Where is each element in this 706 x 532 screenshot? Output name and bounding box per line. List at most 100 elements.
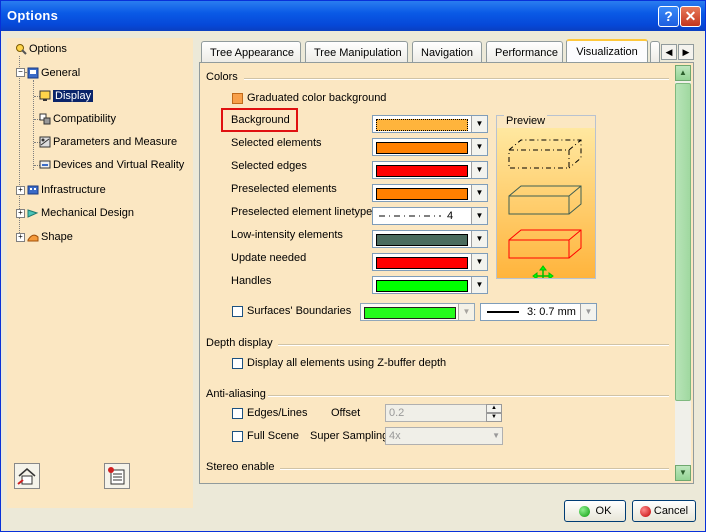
options-window: Options ? ✕ Options − General Display Co… bbox=[0, 0, 706, 532]
expand-mechanical-design-toggle[interactable]: + bbox=[16, 209, 25, 218]
expand-general-toggle[interactable]: − bbox=[16, 68, 25, 77]
chevron-down-icon[interactable]: ▼ bbox=[492, 428, 500, 444]
chevron-down-icon[interactable]: ▼ bbox=[471, 185, 487, 201]
selected-edges-color-combo[interactable]: ▼ bbox=[372, 161, 488, 179]
colors-separator bbox=[244, 78, 669, 80]
tab-scroll-right-button[interactable]: ▶ bbox=[678, 44, 694, 60]
tree-root-label: Options bbox=[29, 43, 67, 56]
surfaces-color-swatch bbox=[364, 307, 456, 319]
mechanical-design-icon bbox=[27, 209, 39, 218]
tab-scroll-left-button[interactable]: ◀ bbox=[661, 44, 677, 60]
thick-line-icon bbox=[487, 311, 519, 313]
tree-item-shape[interactable]: Shape bbox=[27, 229, 73, 245]
tree-item-general[interactable]: General bbox=[27, 65, 80, 81]
tree-item-label: Infrastructure bbox=[41, 184, 106, 197]
handles-color-swatch bbox=[376, 280, 468, 292]
options-icon bbox=[16, 44, 27, 55]
tab-visualization[interactable]: Visualization bbox=[566, 39, 648, 64]
chevron-down-icon[interactable]: ▼ bbox=[471, 231, 487, 247]
scroll-up-button[interactable]: ▲ bbox=[675, 65, 691, 81]
tree-item-label: Shape bbox=[41, 231, 73, 244]
antialias-section-title: Anti-aliasing bbox=[206, 388, 266, 400]
ok-icon bbox=[578, 505, 590, 517]
compatibility-icon bbox=[39, 113, 51, 125]
stereo-separator bbox=[280, 468, 669, 470]
reset-options-button[interactable] bbox=[14, 463, 40, 489]
handles-color-combo[interactable]: ▼ bbox=[372, 276, 488, 294]
visualization-content: Colors Graduated color background Backgr… bbox=[200, 63, 672, 483]
devices-icon bbox=[39, 160, 51, 169]
background-label: Background bbox=[231, 114, 290, 126]
preselected-linetype-combo[interactable]: 4 ▼ bbox=[372, 207, 488, 225]
vertical-scrollbar[interactable]: ▲ ▼ bbox=[675, 65, 691, 481]
tab-navigation[interactable]: Navigation bbox=[412, 41, 482, 63]
expand-infrastructure-toggle[interactable]: + bbox=[16, 186, 25, 195]
spin-up-icon[interactable]: ▲ bbox=[486, 404, 502, 413]
offset-label: Offset bbox=[331, 407, 361, 419]
cancel-label: Cancel bbox=[653, 505, 689, 517]
surfaces-color-combo[interactable]: ▼ bbox=[360, 303, 475, 321]
tree-item-display[interactable]: Display bbox=[39, 88, 94, 104]
super-sampling-select[interactable]: 4x ▼ bbox=[385, 427, 503, 445]
preselected-elements-label: Preselected elements bbox=[231, 183, 337, 195]
update-needed-color-combo[interactable]: ▼ bbox=[372, 253, 488, 271]
offset-spinner[interactable]: ▲ ▼ bbox=[486, 404, 502, 422]
tree-root-options[interactable]: Options bbox=[15, 41, 67, 57]
chevron-down-icon[interactable]: ▼ bbox=[471, 162, 487, 178]
graduated-background-label: Graduated color background bbox=[247, 92, 387, 104]
colors-section-title: Colors bbox=[206, 71, 238, 83]
tree-item-devices-and-virtual-reality[interactable]: Devices and Virtual Reality bbox=[39, 157, 184, 173]
cancel-button[interactable]: Cancel bbox=[632, 500, 696, 522]
depth-section-title: Depth display bbox=[206, 337, 273, 349]
tree-item-compatibility[interactable]: Compatibility bbox=[39, 111, 116, 127]
preview-boxes-icon bbox=[508, 139, 582, 287]
spin-down-icon[interactable]: ▼ bbox=[486, 413, 502, 422]
edges-lines-checkbox[interactable] bbox=[232, 408, 243, 419]
chevron-down-icon[interactable]: ▼ bbox=[471, 277, 487, 293]
tree-item-infrastructure[interactable]: Infrastructure bbox=[27, 182, 106, 198]
preselected-elements-color-swatch bbox=[376, 188, 468, 200]
chevron-down-icon[interactable]: ▼ bbox=[458, 304, 474, 320]
close-button[interactable]: ✕ bbox=[680, 6, 701, 27]
offset-input[interactable]: 0.2 bbox=[385, 404, 487, 422]
scroll-thumb[interactable] bbox=[675, 83, 691, 401]
infrastructure-icon bbox=[27, 185, 39, 195]
tab-overflow[interactable] bbox=[650, 41, 660, 63]
zbuffer-label: Display all elements using Z-buffer dept… bbox=[247, 357, 447, 369]
chevron-down-icon[interactable]: ▼ bbox=[471, 116, 487, 132]
tree-item-mechanical-design[interactable]: Mechanical Design bbox=[27, 205, 134, 221]
shape-icon bbox=[27, 234, 39, 242]
ok-button[interactable]: OK bbox=[564, 500, 626, 522]
stereo-section-title: Stereo enable bbox=[206, 461, 275, 473]
parameters-settings-button[interactable] bbox=[104, 463, 130, 489]
super-sampling-label: Super Sampling bbox=[310, 430, 389, 442]
low-intensity-color-combo[interactable]: ▼ bbox=[372, 230, 488, 248]
settings-table-icon bbox=[108, 467, 125, 485]
linetype-value: 4 bbox=[447, 210, 454, 222]
tab-tree-appearance[interactable]: Tree Appearance bbox=[201, 41, 301, 63]
surfaces-boundaries-checkbox[interactable] bbox=[232, 306, 243, 317]
background-color-combo[interactable]: ▼ bbox=[372, 115, 488, 133]
tab-tree-manipulation[interactable]: Tree Manipulation bbox=[305, 41, 408, 63]
expand-shape-toggle[interactable]: + bbox=[16, 233, 25, 242]
chevron-down-icon[interactable]: ▼ bbox=[471, 254, 487, 270]
tree-item-parameters-and-measure[interactable]: Parameters and Measure bbox=[39, 134, 177, 150]
preview-frame: Preview bbox=[496, 115, 596, 287]
scroll-down-button[interactable]: ▼ bbox=[675, 465, 691, 481]
preselected-elements-color-combo[interactable]: ▼ bbox=[372, 184, 488, 202]
selected-edges-color-swatch bbox=[376, 165, 468, 177]
full-scene-label: Full Scene bbox=[247, 430, 299, 442]
chevron-down-icon[interactable]: ▼ bbox=[471, 139, 487, 155]
full-scene-checkbox[interactable] bbox=[232, 431, 243, 442]
selected-elements-color-combo[interactable]: ▼ bbox=[372, 138, 488, 156]
surfaces-thickness-combo[interactable]: 3: 0.7 mm ▼ bbox=[480, 303, 597, 321]
tab-performance[interactable]: Performance bbox=[486, 41, 563, 63]
help-button[interactable]: ? bbox=[658, 6, 679, 27]
graduated-background-checkbox[interactable] bbox=[232, 93, 243, 104]
title-bar[interactable]: Options ? ✕ bbox=[1, 1, 705, 31]
chevron-down-icon[interactable]: ▼ bbox=[580, 304, 596, 320]
selected-elements-color-swatch bbox=[376, 142, 468, 154]
chevron-down-icon[interactable]: ▼ bbox=[471, 208, 487, 224]
zbuffer-checkbox[interactable] bbox=[232, 358, 243, 369]
display-icon bbox=[39, 90, 51, 102]
